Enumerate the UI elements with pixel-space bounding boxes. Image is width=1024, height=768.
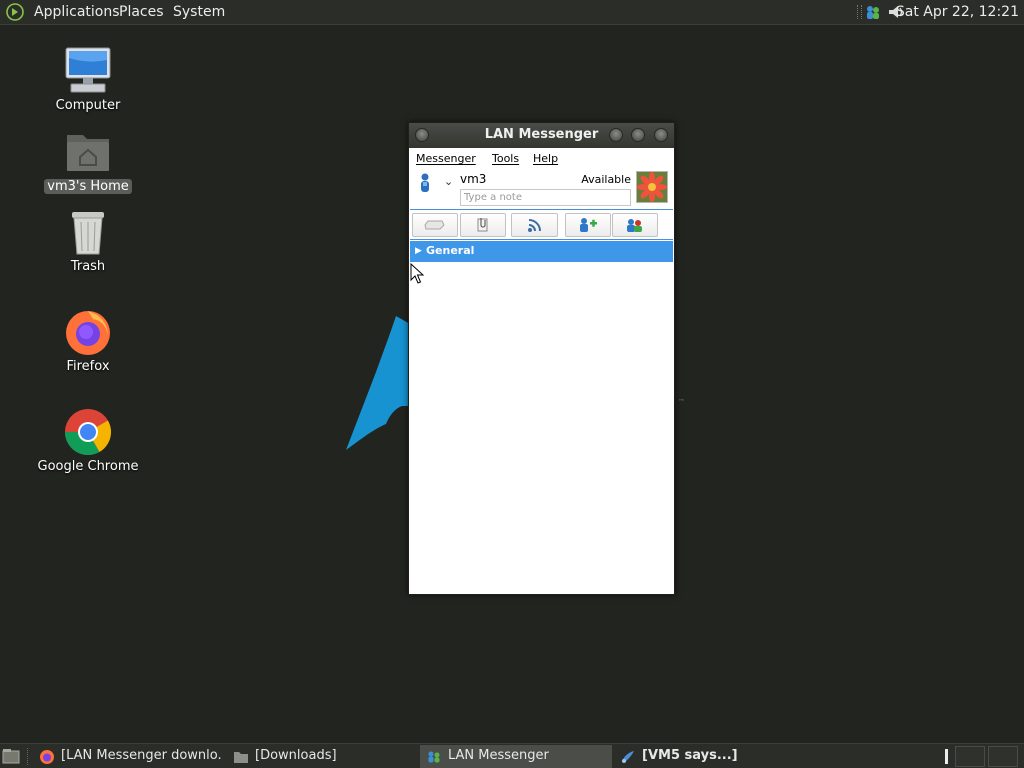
mouse-cursor-icon: [410, 263, 424, 284]
user-status-icon[interactable]: [418, 173, 432, 193]
eraser-icon: [424, 220, 445, 230]
minimize-button[interactable]: [609, 128, 623, 142]
menu-system[interactable]: System: [173, 3, 225, 21]
task-vm5-chat[interactable]: [VM5 says...]: [614, 745, 804, 768]
window-menu-button[interactable]: [415, 128, 429, 142]
desktop-icon-home[interactable]: vm3's Home: [33, 127, 143, 194]
desktop-icon-label: Trash: [70, 259, 106, 274]
desktop-icon-chrome[interactable]: Google Chrome: [33, 407, 143, 474]
firefox-icon: [66, 311, 110, 355]
top-panel: Applications Places System Sat Apr 22, 1…: [0, 0, 1024, 25]
menu-tools[interactable]: Tools: [492, 152, 519, 165]
lan-messenger-icon: [428, 751, 440, 763]
menu-messenger[interactable]: Messenger: [416, 152, 476, 165]
users-settings-icon: [627, 219, 642, 232]
clock[interactable]: Sat Apr 22, 12:21: [896, 3, 1019, 21]
lan-messenger-tray-icon[interactable]: [864, 3, 882, 21]
document-icon: [477, 218, 488, 232]
menu-help[interactable]: Help: [533, 152, 558, 165]
workspace-2[interactable]: [988, 746, 1018, 767]
flower-avatar[interactable]: [636, 171, 668, 203]
status-label[interactable]: Available: [579, 173, 631, 186]
contact-group-general[interactable]: ▶ General: [410, 241, 673, 262]
bottom-panel: [LAN Messenger downlo... [Downloads] LAN…: [0, 743, 1024, 768]
task-label: [LAN Messenger downlo...: [61, 748, 223, 763]
chrome-icon: [65, 409, 111, 455]
username: vm3: [460, 172, 487, 186]
maximize-button[interactable]: [631, 128, 645, 142]
task-label: LAN Messenger: [448, 748, 549, 763]
desktop-icon-label: Firefox: [66, 359, 110, 374]
desktop-icon-label: vm3's Home: [44, 179, 132, 194]
task-label: [VM5 says...]: [642, 748, 738, 763]
broadcast-button[interactable]: [412, 213, 458, 237]
arch-menu-icon[interactable]: [6, 3, 24, 21]
desktop-icon-label: Computer: [55, 98, 121, 113]
rss-icon: [527, 219, 541, 232]
window-titlebar[interactable]: LAN Messenger: [409, 123, 674, 148]
task-firefox-lan-messenger-download[interactable]: [LAN Messenger downlo...: [33, 745, 223, 768]
desktop-icon-label: Google Chrome: [37, 459, 139, 474]
task-downloads[interactable]: [Downloads]: [227, 745, 415, 768]
menu-applications[interactable]: Applications: [34, 3, 120, 21]
add-user-icon: [580, 218, 597, 232]
task-label: [Downloads]: [255, 748, 337, 763]
group-label: General: [426, 244, 475, 257]
home-folder-icon: [67, 135, 109, 171]
note-input[interactable]: [460, 189, 631, 206]
tray-handle[interactable]: [857, 5, 862, 19]
expand-arrow-icon[interactable]: ▶: [415, 241, 422, 261]
attach-button[interactable]: [460, 213, 506, 237]
menu-places[interactable]: Places: [119, 3, 164, 21]
show-desktop-icon[interactable]: [2, 748, 20, 764]
firefox-icon: [40, 750, 54, 764]
task-lan-messenger[interactable]: LAN Messenger: [420, 745, 612, 768]
desktop-icon-firefox[interactable]: Firefox: [33, 307, 143, 374]
workspace-handle[interactable]: [945, 749, 948, 764]
desktop-icon-trash[interactable]: Trash: [33, 207, 143, 274]
chat-icon: [622, 751, 634, 763]
window-title: LAN Messenger: [484, 127, 599, 142]
panel-separator: [27, 748, 30, 765]
trash-icon: [72, 212, 104, 255]
contact-toolbar: [410, 209, 673, 240]
desktop-icon-computer[interactable]: Computer: [33, 46, 143, 113]
user-status-panel: ⌄ vm3 Available: [409, 169, 674, 209]
settings-button[interactable]: [612, 213, 658, 237]
lan-messenger-window: LAN Messenger Messenger Tools Help ⌄ vm3…: [408, 122, 675, 595]
add-contact-button[interactable]: [565, 213, 611, 237]
rss-button[interactable]: [511, 213, 558, 237]
close-button[interactable]: [654, 128, 668, 142]
folder-icon: [234, 752, 248, 763]
workspace-1[interactable]: [955, 746, 985, 767]
arch-logo-wallpaper: [346, 316, 410, 450]
avatar-image: [637, 172, 667, 202]
status-dropdown-chevron-icon[interactable]: ⌄: [444, 175, 453, 188]
window-menubar: Messenger Tools Help: [409, 148, 674, 168]
computer-icon: [65, 47, 111, 93]
trademark-mark: ™: [678, 398, 685, 406]
